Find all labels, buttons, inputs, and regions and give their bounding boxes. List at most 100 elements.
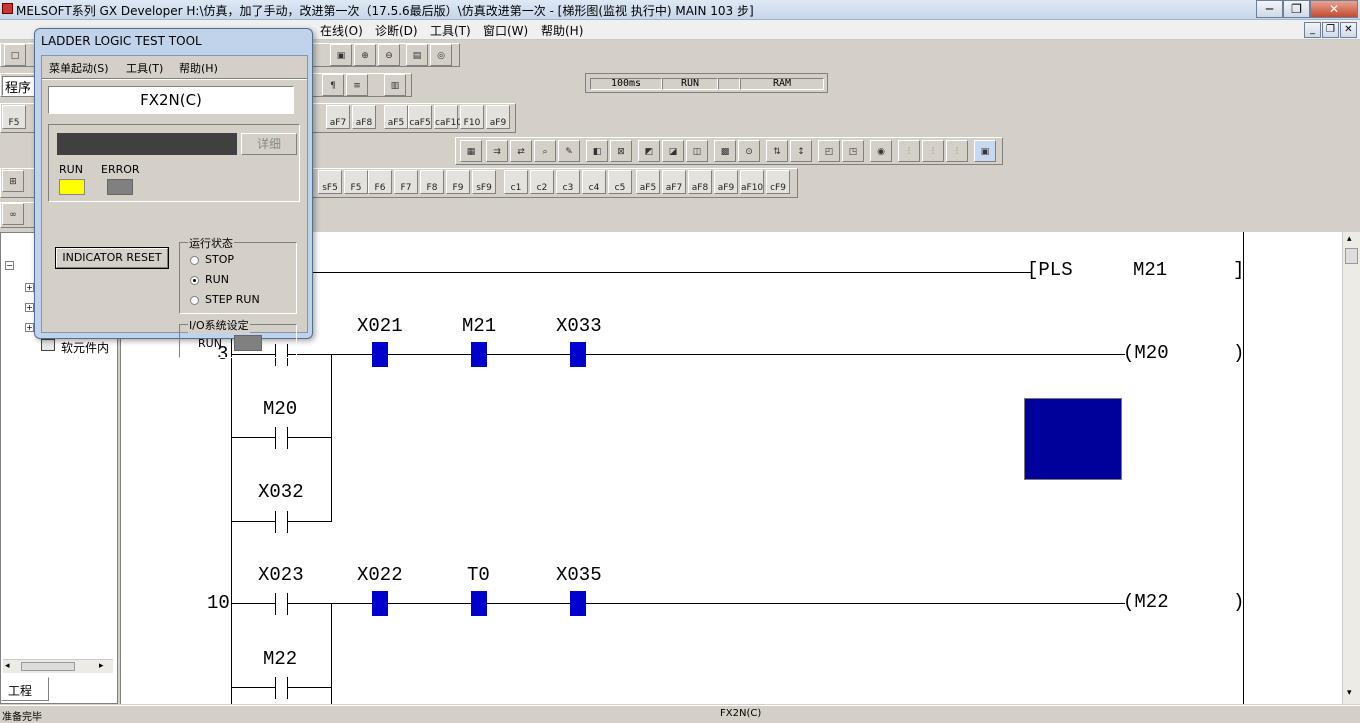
tab-project[interactable]: 工程 [1, 677, 49, 701]
binoculars-icon[interactable]: ∞ [2, 203, 24, 225]
verify-icon[interactable]: ⇄ [510, 140, 532, 162]
fkey-caf10[interactable]: caF10 [434, 105, 462, 129]
fkey-af9-b[interactable]: aF9 [714, 170, 738, 194]
nc-contact-m21[interactable] [471, 342, 487, 367]
contact-no[interactable] [287, 511, 288, 533]
radio-stop-label[interactable]: STOP [205, 253, 234, 266]
monitor-start-icon[interactable]: ◧ [586, 140, 608, 162]
maximize-button[interactable]: ❐ [1283, 0, 1310, 18]
align-b-icon[interactable]: ⫶ [922, 140, 944, 162]
replace-icon[interactable]: ✎ [558, 140, 580, 162]
list-icon[interactable]: ≡ [346, 74, 368, 96]
search-icon[interactable]: ◎ [430, 44, 452, 66]
fkey-af5-b[interactable]: aF5 [636, 170, 660, 194]
menu-window[interactable]: 窗口(W) [483, 22, 528, 39]
radio-step-run-label[interactable]: STEP RUN [205, 293, 260, 306]
radio-run[interactable] [190, 276, 199, 285]
mdi-minimize-button[interactable]: _ [1304, 22, 1321, 38]
menu-tools[interactable]: 工具(T) [430, 22, 471, 39]
fkey-af9[interactable]: aF9 [486, 105, 510, 129]
program-select[interactable]: 程序 [2, 76, 36, 96]
zoom-icon[interactable]: ⊕ [354, 44, 376, 66]
tree-expand-icon[interactable]: + [25, 283, 34, 292]
print-icon[interactable]: ▤ [406, 44, 428, 66]
menu-help[interactable]: 帮助(H) [179, 60, 218, 76]
indicator-reset-button[interactable]: INDICATOR RESET [55, 247, 169, 269]
contact-no[interactable] [275, 677, 276, 699]
fkey-f5-contact[interactable]: F5 [2, 105, 26, 129]
contact-no[interactable] [287, 677, 288, 699]
fkey-f10[interactable]: F10 [460, 105, 484, 129]
fkey-c2[interactable]: c2 [530, 170, 554, 194]
inspect-icon[interactable]: ⊙ [738, 140, 760, 162]
fkey-f9[interactable]: F9 [446, 170, 470, 194]
tree-expand-icon[interactable]: + [25, 303, 34, 312]
coil-m20[interactable]: (M20 [1123, 342, 1169, 364]
fkey-c3[interactable]: c3 [556, 170, 580, 194]
contact-no[interactable] [275, 593, 276, 615]
fkey-af7[interactable]: aF7 [326, 105, 350, 129]
menu-help[interactable]: 帮助(H) [541, 22, 583, 39]
radio-step-run[interactable] [190, 296, 199, 305]
tree-item-device-memory[interactable]: 软元件内 [61, 339, 109, 356]
new-file-icon[interactable]: □ [4, 44, 26, 66]
menu-diagnose[interactable]: 诊断(D) [375, 22, 418, 39]
align-a-icon[interactable]: ⫶ [898, 140, 920, 162]
scroll-thumb[interactable] [1345, 248, 1358, 264]
align-c-icon[interactable]: ⫶ [946, 140, 968, 162]
zoom-out-icon[interactable]: ⊖ [378, 44, 400, 66]
nc-contact-x021[interactable] [372, 342, 388, 367]
grid-icon[interactable]: ▩ [714, 140, 736, 162]
device-test-icon[interactable]: ◩ [638, 140, 660, 162]
scroll-up-icon[interactable]: ▴ [1347, 234, 1352, 244]
fkey-sf9[interactable]: sF9 [472, 170, 496, 194]
fkey-af8-b[interactable]: aF8 [688, 170, 712, 194]
ladder-test-icon[interactable]: ◉ [870, 140, 892, 162]
pls-instruction[interactable]: [PLS [1027, 259, 1073, 281]
fkey-af10[interactable]: aF10 [740, 170, 764, 194]
close-button[interactable]: ✕ [1310, 0, 1358, 18]
write-icon[interactable]: ⇉ [486, 140, 508, 162]
transfer-icon[interactable]: ⇅ [766, 140, 788, 162]
scroll-thumb[interactable] [21, 662, 75, 671]
fkey-f8[interactable]: F8 [420, 170, 444, 194]
scroll-right-icon[interactable]: ▸ [99, 661, 104, 671]
contact-no[interactable] [287, 593, 288, 615]
display-icon[interactable]: ▣ [974, 140, 996, 162]
fkey-cf9[interactable]: cF9 [766, 170, 790, 194]
contact-no[interactable] [287, 427, 288, 449]
step-icon[interactable]: ↕ [790, 140, 812, 162]
nc-contact-x022[interactable] [372, 591, 388, 616]
fkey-f6[interactable]: F6 [368, 170, 392, 194]
mdi-close-button[interactable]: ✕ [1340, 22, 1357, 38]
ladder-vscrollbar[interactable]: ▴ ▾ [1342, 232, 1360, 704]
fkey-sf5[interactable]: sF5 [318, 170, 342, 194]
fkey-c5[interactable]: c5 [608, 170, 632, 194]
fkey-af8[interactable]: aF8 [352, 105, 376, 129]
fkey-f5[interactable]: F5 [344, 170, 368, 194]
menu-tools[interactable]: 工具(T) [126, 60, 163, 76]
batch-icon[interactable]: ◫ [686, 140, 708, 162]
find-icon[interactable]: ⌕ [534, 140, 556, 162]
contact-no[interactable] [275, 427, 276, 449]
radio-run-label[interactable]: RUN [205, 273, 229, 286]
scroll-left-icon[interactable]: ◂ [5, 661, 10, 671]
window-a-icon[interactable]: ◰ [818, 140, 840, 162]
comment-icon[interactable]: ▥ [384, 74, 406, 96]
pls-device[interactable]: M21 [1133, 259, 1167, 281]
fkey-f7[interactable]: F7 [394, 170, 418, 194]
minimize-button[interactable]: ─ [1256, 0, 1283, 18]
menu-start[interactable]: 菜单起动(S) [49, 60, 109, 76]
fkey-c1[interactable]: c1 [504, 170, 528, 194]
fkey-caf5[interactable]: caF5 [408, 105, 432, 129]
fkey-c4[interactable]: c4 [582, 170, 606, 194]
detail-button[interactable]: 详细 [241, 133, 297, 155]
read-icon[interactable]: ▦ [460, 140, 482, 162]
menu-online[interactable]: 在线(O) [320, 22, 363, 39]
tree-hscrollbar[interactable]: ◂ ▸ [3, 659, 113, 673]
mdi-restore-button[interactable]: ❐ [1322, 22, 1339, 38]
nc-contact-t0[interactable] [471, 591, 487, 616]
nc-contact-x035[interactable] [570, 591, 586, 616]
scroll-down-icon[interactable]: ▾ [1347, 688, 1352, 698]
tree-expand-icon[interactable]: + [25, 323, 34, 332]
